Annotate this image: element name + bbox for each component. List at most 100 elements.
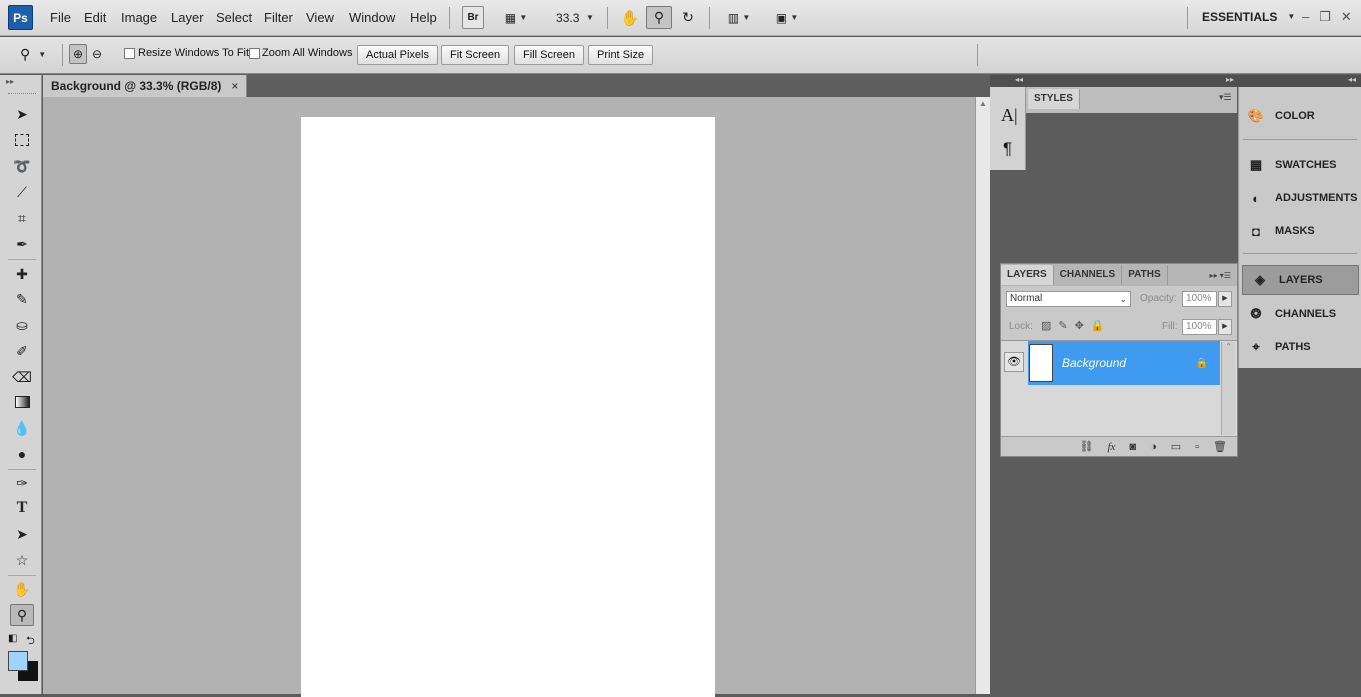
marquee-tool[interactable] [10, 129, 34, 151]
restore-icon[interactable]: ❐ [1319, 9, 1331, 25]
chevron-right-icon[interactable]: ▶ [1218, 319, 1232, 335]
print-size-button[interactable]: Print Size [588, 45, 654, 65]
quick-selection-tool[interactable]: ⟋ [10, 181, 34, 203]
lock-transparency-icon[interactable]: ▨ [1041, 319, 1051, 332]
blend-mode-select[interactable]: Normal ⌄ [1006, 291, 1131, 307]
tab-channels[interactable]: CHANNELS [1054, 265, 1123, 285]
fx-icon[interactable]: fx [1107, 441, 1115, 453]
tab-layers[interactable]: LAYERS [1001, 265, 1054, 285]
hand-tool-button[interactable]: ✋ [618, 6, 642, 29]
tab-paths[interactable]: PATHS [1122, 265, 1168, 285]
type-tool[interactable]: T [10, 497, 34, 519]
lock-all-icon[interactable]: 🔒 [1091, 319, 1105, 332]
collapse-icon[interactable]: ◂◂ [1348, 75, 1356, 84]
menu-image[interactable]: Image [121, 10, 157, 25]
zoom-in-button[interactable]: ⊕ [69, 44, 87, 64]
brush-tool[interactable]: ✎ [10, 288, 34, 310]
collapse-icon[interactable]: ▸▸ [1226, 75, 1234, 84]
adjustment-layer-icon[interactable]: ◑ [1150, 441, 1157, 453]
zoom-tool[interactable]: ⚲ [10, 604, 34, 626]
pen-tool[interactable]: ✑ [10, 472, 34, 494]
new-layer-icon[interactable]: ▫ [1195, 441, 1199, 453]
zoom-out-button[interactable]: ⊖ [88, 44, 106, 64]
default-colors-icon[interactable]: ◧ [8, 633, 17, 644]
resize-windows-checkbox[interactable] [124, 48, 135, 59]
dock-color[interactable]: 🎨 COLOR [1239, 101, 1361, 131]
dodge-tool[interactable]: ● [10, 443, 34, 465]
zoom-level-dropdown[interactable]: 33.3 ▼ [552, 6, 598, 29]
rotate-view-button[interactable]: ↻ [676, 6, 700, 29]
panel-menu-icon[interactable]: ▸▸ ▾☰ [1210, 271, 1237, 280]
character-icon[interactable]: A| [1001, 105, 1018, 126]
dock-swatches[interactable]: ▦ SWATCHES [1239, 150, 1361, 180]
menu-filter[interactable]: Filter [264, 10, 293, 25]
workspace-switcher[interactable]: ESSENTIALS ▼ [1202, 10, 1295, 24]
magnifier-icon: ⚲ [653, 9, 665, 25]
move-tool[interactable]: ➤ [10, 103, 34, 125]
close-icon[interactable]: × [231, 75, 238, 97]
eye-icon[interactable]: 👁 [1004, 352, 1024, 372]
path-selection-tool[interactable]: ➤ [10, 523, 34, 545]
menu-file[interactable]: File [50, 10, 71, 25]
clone-stamp-tool[interactable]: ⛀ [10, 314, 34, 336]
gradient-tool[interactable] [10, 391, 34, 413]
fill-screen-button[interactable]: Fill Screen [514, 45, 584, 65]
folder-icon[interactable]: ▭ [1171, 440, 1181, 453]
blur-tool[interactable]: 💧 [10, 417, 34, 439]
minimize-icon[interactable]: – [1302, 9, 1309, 25]
menu-window[interactable]: Window [349, 10, 395, 25]
layers-stack-icon: ◈ [1255, 272, 1265, 287]
lasso-tool[interactable]: ➰ [10, 155, 34, 177]
menu-select[interactable]: Select [216, 10, 252, 25]
bridge-button[interactable]: Br [462, 6, 484, 29]
screen-mode-button[interactable]: ▣ ▼ [768, 6, 806, 29]
layer-row-background[interactable]: Background 🔒 [1028, 341, 1220, 385]
tab-styles[interactable]: STYLES [1028, 89, 1080, 109]
dock-adjustments[interactable]: ◐ ADJUSTMENTS [1239, 183, 1361, 213]
vertical-scrollbar[interactable]: ▲ [975, 97, 990, 694]
tool-preset-picker[interactable]: ⚲ ▼ [20, 46, 46, 63]
zoom-tool-button[interactable]: ⚲ [646, 6, 672, 29]
history-brush-tool[interactable]: ✐ [10, 340, 34, 362]
add-mask-icon[interactable]: ◙ [1129, 441, 1136, 453]
document-canvas[interactable] [301, 117, 715, 697]
fill-field[interactable]: 100% [1182, 319, 1217, 335]
canvas-area[interactable] [43, 97, 975, 697]
dock-channels[interactable]: ❂ CHANNELS [1239, 299, 1361, 329]
swap-colors-icon[interactable]: ⮌ [26, 632, 35, 651]
link-layers-icon[interactable]: ⛓ [1079, 440, 1093, 453]
trash-icon[interactable]: 🗑 [1213, 440, 1227, 453]
expand-icon[interactable]: ◂◂ [1015, 75, 1023, 84]
crop-tool[interactable]: ⌗ [10, 207, 34, 229]
menu-help[interactable]: Help [410, 10, 437, 25]
layers-scrollbar[interactable]: ⌃ [1221, 342, 1235, 435]
panel-grip[interactable] [8, 93, 36, 96]
menu-edit[interactable]: Edit [84, 10, 106, 25]
menu-view[interactable]: View [306, 10, 334, 25]
dock-paths[interactable]: ⌖ PATHS [1239, 332, 1361, 362]
extras-menu-button[interactable]: ▦ ▼ [498, 6, 534, 29]
dock-layers[interactable]: ◈ LAYERS [1242, 265, 1359, 295]
shape-tool[interactable]: ☆ [10, 549, 34, 571]
scroll-up-icon[interactable]: ▲ [976, 99, 990, 108]
paragraph-icon[interactable]: ¶ [1003, 139, 1012, 159]
eraser-tool[interactable]: ⌫ [10, 366, 34, 388]
chevron-right-icon[interactable]: ▶ [1218, 291, 1232, 307]
arrange-documents-button[interactable]: ▥ ▼ [720, 6, 758, 29]
healing-brush-tool[interactable]: ✚ [10, 263, 34, 285]
collapse-icon[interactable]: ▸▸ [6, 77, 14, 86]
actual-pixels-button[interactable]: Actual Pixels [357, 45, 438, 65]
menu-layer[interactable]: Layer [171, 10, 204, 25]
foreground-color-swatch[interactable] [8, 651, 28, 671]
lock-position-icon[interactable]: ✥ [1075, 319, 1084, 332]
document-tab[interactable]: Background @ 33.3% (RGB/8) × [43, 75, 248, 97]
lock-image-icon[interactable]: ✎ [1058, 319, 1067, 332]
dock-masks[interactable]: ◘ MASKS [1239, 216, 1361, 246]
fit-screen-button[interactable]: Fit Screen [441, 45, 510, 65]
opacity-field[interactable]: 100% [1182, 291, 1217, 307]
zoom-all-windows-checkbox[interactable] [249, 48, 260, 59]
eyedropper-tool[interactable]: ✒ [10, 233, 34, 255]
hand-tool[interactable]: ✋ [10, 578, 34, 600]
close-icon[interactable]: ✕ [1341, 9, 1352, 25]
panel-menu-icon[interactable]: ▾☰ [1219, 92, 1232, 103]
